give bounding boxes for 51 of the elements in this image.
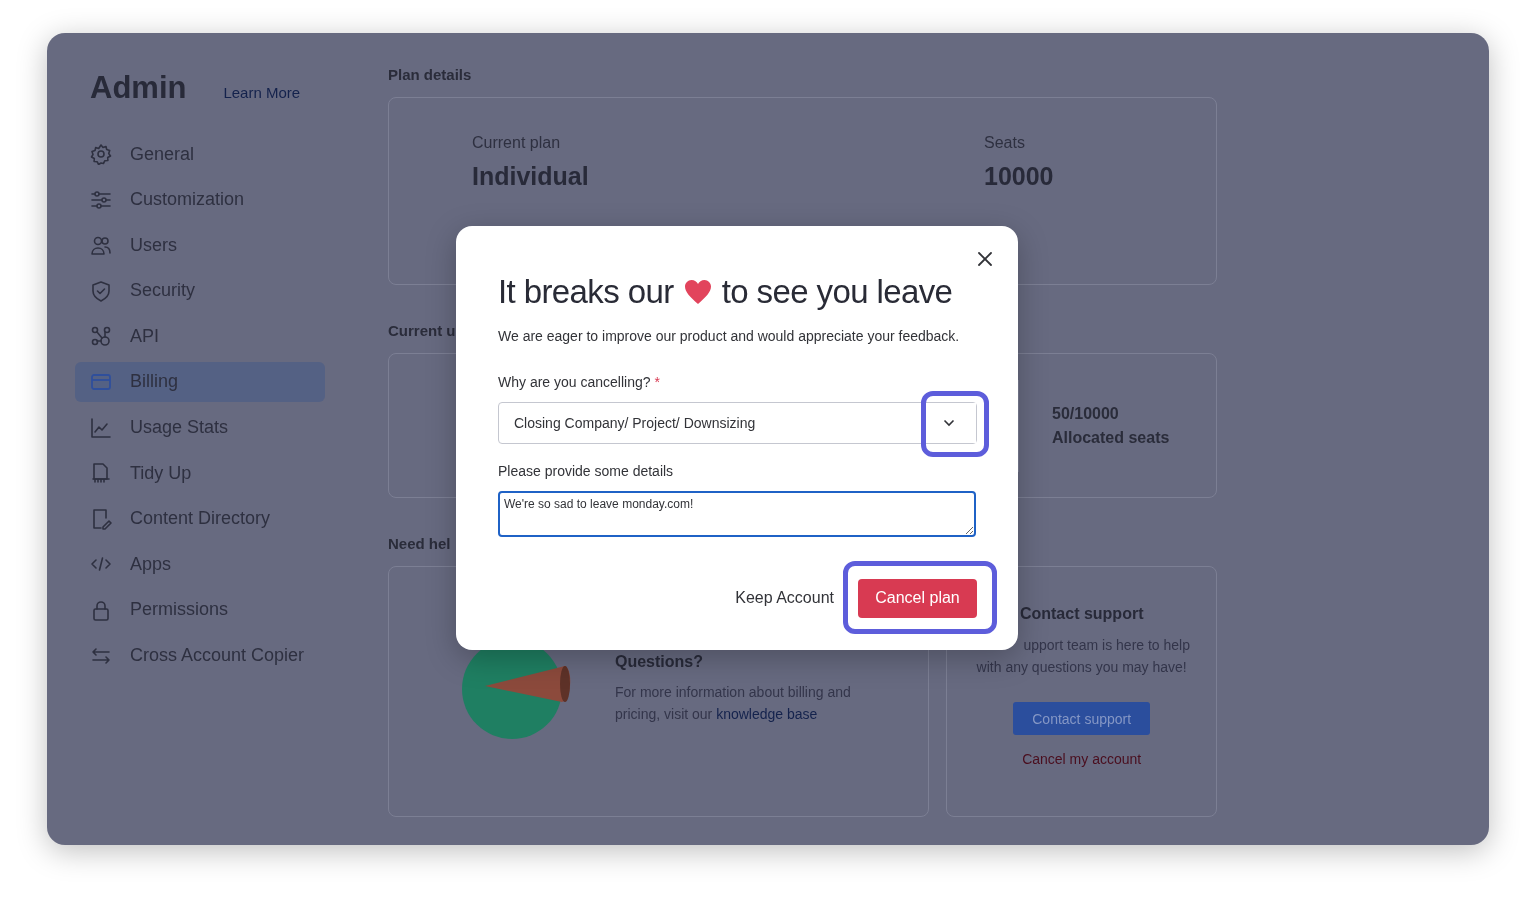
sliders-icon	[90, 188, 112, 211]
section-heading: Plan details	[388, 66, 472, 85]
field-label: Why are you cancelling?	[498, 373, 651, 392]
lock-icon	[90, 598, 112, 621]
keep-account-button[interactable]: Keep Account	[735, 578, 834, 618]
document-pen-icon	[90, 507, 112, 530]
sidebar-item[interactable]: General	[75, 134, 325, 174]
plan-label: Current plan	[472, 134, 562, 152]
cancel-account-link[interactable]: Cancel my account	[1022, 751, 1142, 767]
field-label: Please provide some details	[498, 462, 674, 481]
knowledge-base-link[interactable]: knowledge base	[716, 706, 818, 722]
chevron-down-icon	[943, 419, 955, 427]
sidebar-item[interactable]: Billing	[75, 361, 325, 402]
shield-icon	[90, 279, 112, 302]
plan-value: Individual	[472, 162, 589, 191]
sidebar-item[interactable]: Apps	[75, 544, 325, 585]
sidebar-item[interactable]: Tidy Up	[75, 453, 325, 494]
chart-icon	[90, 416, 112, 439]
gear-icon	[90, 143, 112, 165]
sidebar-item[interactable]: Usage Stats	[75, 407, 325, 448]
contact-support-button[interactable]: Contact support	[1013, 702, 1151, 735]
document-icon	[90, 462, 112, 485]
section-heading: Need hel	[388, 535, 451, 554]
sidebar-item[interactable]: Users	[75, 225, 325, 266]
seats-label: Allocated seats	[1052, 428, 1171, 447]
seats-label: Seats	[984, 134, 1026, 152]
sidebar-item[interactable]: Cross Account Copier	[75, 635, 325, 676]
section-heading: Current u	[388, 322, 456, 341]
cancel-plan-button[interactable]: Cancel plan	[858, 578, 977, 618]
reason-dropdown[interactable]: Closing Company/ Project/ Downsizing	[498, 402, 977, 444]
sidebar-item[interactable]: Content Directory	[75, 498, 325, 539]
details-field[interactable]: We're so sad to leave monday.com!	[498, 491, 976, 537]
required-mark: *	[654, 373, 660, 392]
contact-title: Contact support	[1019, 605, 1144, 623]
modal-title: It breaks our	[498, 273, 674, 311]
sidebar-item[interactable]: Permissions	[75, 589, 325, 630]
learn-more-link[interactable]: Learn More	[223, 84, 301, 101]
sidebar-item[interactable]: API	[75, 316, 325, 357]
modal-title: to see you leave	[721, 273, 953, 311]
sidebar-item[interactable]: Security	[75, 270, 325, 311]
heart-icon	[683, 279, 712, 305]
sidebar-title: Admin	[90, 70, 187, 106]
close-icon	[975, 249, 995, 269]
modal-subtitle: We are eager to improve our product and would appreciate your feedback.	[498, 327, 961, 346]
seats-count: 50/10000	[1052, 404, 1120, 423]
users-icon	[90, 234, 112, 257]
help-title: Questions?	[615, 653, 704, 671]
seats-value: 10000	[984, 162, 1055, 191]
sidebar-item[interactable]: Customization	[75, 179, 325, 220]
nodes-icon	[90, 325, 112, 348]
close-button[interactable]	[975, 249, 995, 269]
